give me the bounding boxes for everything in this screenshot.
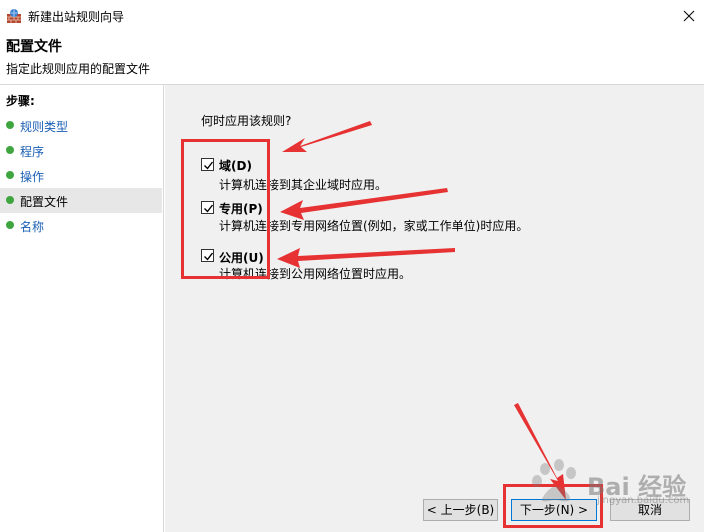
page-subtitle: 指定此规则应用的配置文件 [6, 62, 151, 76]
checkmark-icon [204, 204, 214, 213]
domain-checkbox[interactable] [201, 158, 214, 171]
step-label: 操作 [20, 170, 45, 184]
firewall-icon [7, 9, 21, 23]
next-button[interactable]: 下一步(N) > [511, 499, 597, 521]
public-label[interactable]: 公用(U) [219, 249, 264, 266]
steps-title: 步骤: [6, 94, 35, 108]
page-title: 配置文件 [6, 39, 62, 55]
window-title: 新建出站规则向导 [28, 10, 125, 24]
step-label: 名称 [20, 220, 45, 234]
step-bullet-icon [6, 196, 14, 204]
step-action[interactable]: 操作 [0, 163, 162, 188]
checkmark-icon [204, 161, 214, 170]
close-button[interactable] [674, 0, 704, 32]
step-label: 配置文件 [20, 195, 69, 209]
step-bullet-icon [6, 146, 14, 154]
step-profile[interactable]: 配置文件 [0, 188, 162, 213]
back-button[interactable]: < 上一步(B) [423, 499, 498, 521]
domain-description: 计算机连接到其企业域时应用。 [219, 178, 388, 192]
step-name[interactable]: 名称 [0, 213, 162, 238]
wizard-header: 配置文件 指定此规则应用的配置文件 [0, 32, 704, 84]
step-label: 程序 [20, 145, 45, 159]
step-label: 规则类型 [20, 120, 69, 134]
steps-sidebar: 步骤: 规则类型 程序 操作 配置文件 名称 [0, 85, 164, 532]
title-bar: 新建出站规则向导 [0, 0, 704, 32]
step-bullet-icon [6, 221, 14, 229]
question-label: 何时应用该规则? [201, 114, 292, 128]
step-bullet-icon [6, 171, 14, 179]
close-icon [683, 10, 695, 22]
private-description: 计算机连接到专用网络位置(例如，家或工作单位)时应用。 [219, 219, 529, 233]
step-bullet-icon [6, 121, 14, 129]
domain-label[interactable]: 域(D) [219, 157, 252, 174]
private-label[interactable]: 专用(P) [219, 200, 263, 217]
public-checkbox[interactable] [201, 249, 214, 262]
private-checkbox[interactable] [201, 201, 214, 214]
checkmark-icon [204, 252, 214, 261]
step-rule-type[interactable]: 规则类型 [0, 113, 162, 138]
cancel-button[interactable]: 取消 [610, 499, 690, 521]
public-description: 计算机连接到公用网络位置时应用。 [219, 267, 412, 281]
step-program[interactable]: 程序 [0, 138, 162, 163]
wizard-content: 何时应用该规则? 域(D) 计算机连接到其企业域时应用。 专用(P) 计算机连接… [165, 85, 704, 532]
